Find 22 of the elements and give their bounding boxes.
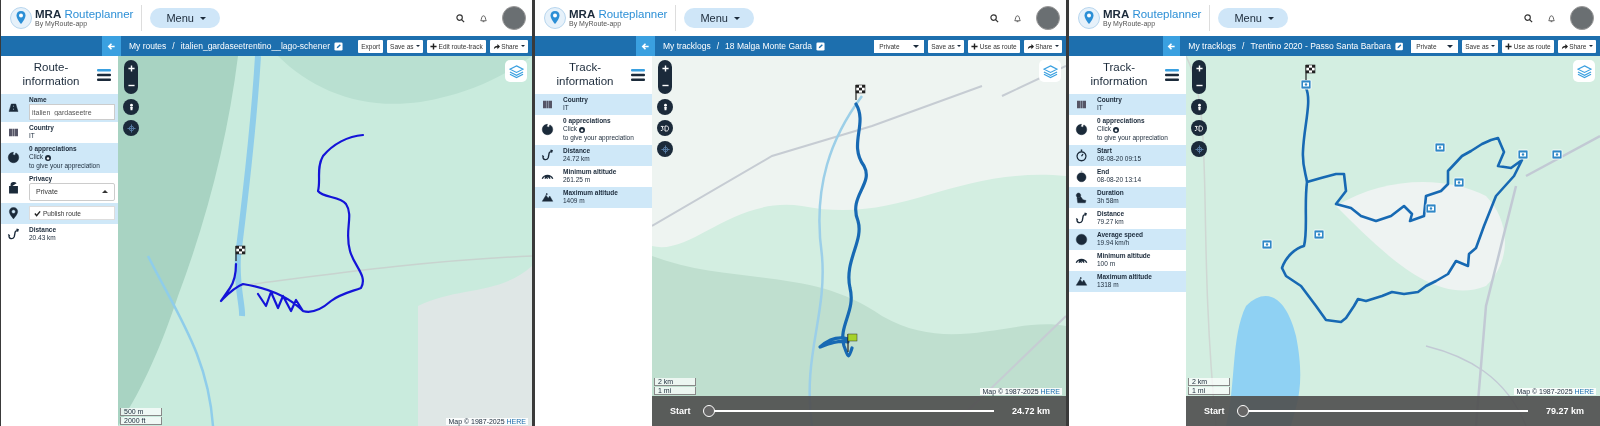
start-label: Start [670, 406, 691, 416]
start-label: Start [1204, 406, 1225, 416]
brand-name: MRA Routeplanner [569, 8, 668, 21]
brand-name: MRA Routeplanner [35, 8, 134, 21]
breadcrumb-separator: / [716, 41, 720, 51]
breadcrumb-link[interactable]: My tracklogs [1188, 41, 1237, 51]
breadcrumb-separator: / [172, 41, 175, 51]
distance-label: 79.27 km [1545, 406, 1584, 416]
menu-button[interactable]: Menu [684, 8, 754, 28]
track-title: italien_gardaseetrentino__lago-schener [180, 41, 331, 51]
breadcrumb-separator: / [1242, 41, 1245, 51]
sidebar-title: Track-information [1089, 61, 1149, 89]
breadcrumb-link[interactable]: My routes [129, 41, 167, 51]
track-title: Trentino 2020 - Passo Santa Barbara [1250, 41, 1391, 51]
track-title: 18 Malga Monte Garda [725, 41, 813, 51]
menu-button[interactable]: Menu [1218, 8, 1288, 28]
distance-label: 24.72 km [1011, 406, 1050, 416]
menu-button[interactable]: Menu [150, 8, 220, 28]
sidebar-title: Route-information [21, 61, 81, 89]
breadcrumb-link[interactable]: My tracklogs [663, 41, 711, 51]
brand-name: MRA Routeplanner [1103, 8, 1202, 21]
sidebar-title: Track-information [555, 61, 615, 89]
